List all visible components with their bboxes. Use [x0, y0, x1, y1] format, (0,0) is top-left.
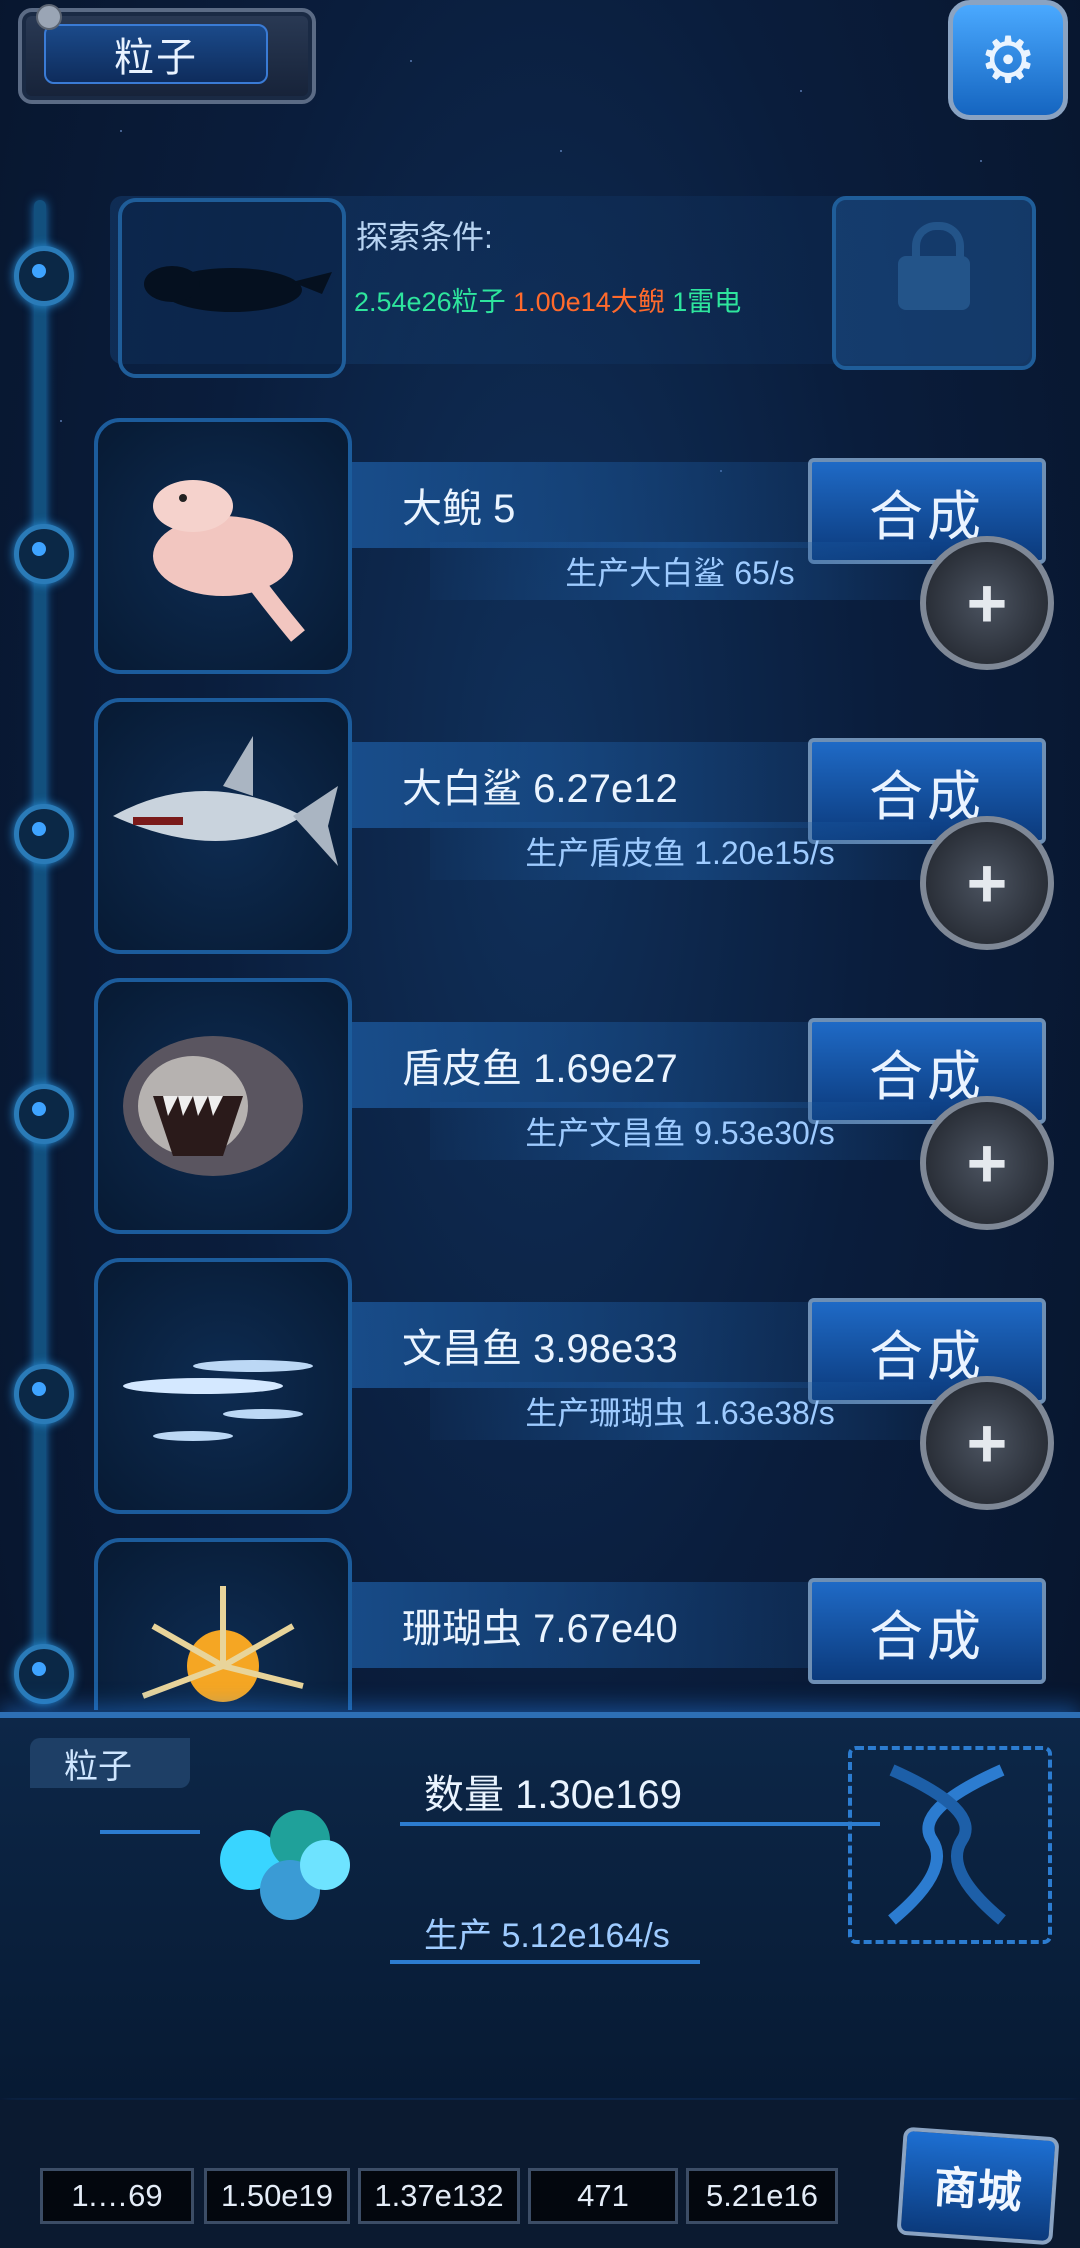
- dna-icon: [848, 1746, 1052, 1944]
- creature-name: 盾皮鱼 1.69e27: [352, 1022, 832, 1108]
- creature-name: 大鲵 5: [352, 462, 832, 548]
- panel-tag: 粒子: [30, 1738, 190, 1788]
- requirement-thunder: 1雷电: [672, 287, 742, 317]
- add-button[interactable]: +: [920, 816, 1054, 950]
- add-button[interactable]: +: [920, 1376, 1054, 1510]
- settings-button[interactable]: ⚙: [948, 0, 1068, 120]
- resource-value: 1.37e132: [358, 2168, 520, 2224]
- plus-icon: +: [966, 1404, 1008, 1482]
- pipe-node-lock: [14, 246, 74, 306]
- explore-requirements: 2.54e26粒子 1.00e14大鲵 1雷电: [354, 280, 741, 319]
- particle-cluster-icon: [200, 1800, 360, 1930]
- resource-value: 1.50e19: [204, 2168, 350, 2224]
- locked-button[interactable]: [832, 196, 1036, 370]
- creature-thumb[interactable]: [94, 418, 352, 674]
- add-button[interactable]: +: [920, 1096, 1054, 1230]
- screw-icon: [36, 4, 62, 30]
- connector-line: [100, 1830, 200, 1834]
- creature-production: 生产文昌鱼 9.53e30/s: [430, 1102, 930, 1160]
- lancelet-icon: [123, 1360, 313, 1441]
- resource-value: 471: [528, 2168, 678, 2224]
- creature-thumb[interactable]: [94, 1258, 352, 1514]
- coral-polyp-icon: [141, 1586, 304, 1702]
- salamander-silhouette-icon: [144, 266, 332, 312]
- shop-button[interactable]: 商城: [896, 2126, 1060, 2246]
- creature-thumb[interactable]: [94, 978, 352, 1234]
- requirement-particles: 2.54e26粒子: [354, 287, 506, 317]
- requirement-salamander: 1.00e14大鲵: [513, 287, 665, 317]
- creature-row: 大鲵 5 合成 生产大白鲨 65/s +: [0, 418, 1080, 700]
- creature-production: 生产盾皮鱼 1.20e15/s: [430, 822, 930, 880]
- creature-thumb[interactable]: [94, 698, 352, 954]
- title-box: 粒子: [18, 8, 316, 104]
- dunkleosteus-icon: [123, 1036, 303, 1176]
- creature-row: 大白鲨 6.27e12 合成 生产盾皮鱼 1.20e15/s +: [0, 698, 1080, 980]
- lock-icon: [898, 222, 970, 310]
- particle-count: 数量 1.30e169: [424, 1773, 682, 1817]
- salamander-icon: [153, 480, 305, 642]
- creature-row: 珊瑚虫 7.67e40 合成: [0, 1538, 1080, 1710]
- gear-icon: ⚙: [979, 23, 1037, 96]
- shark-icon: [113, 736, 338, 866]
- creature-name: 珊瑚虫 7.67e40: [352, 1582, 832, 1668]
- creature-row: 盾皮鱼 1.69e27 合成 生产文昌鱼 9.53e30/s +: [0, 978, 1080, 1260]
- synthesize-button[interactable]: 合成: [808, 1578, 1046, 1684]
- plus-icon: +: [966, 1124, 1008, 1202]
- resource-particles: 1.…69: [40, 2168, 194, 2224]
- creature-name: 文昌鱼 3.98e33: [352, 1302, 832, 1388]
- resource-value: 5.21e16: [686, 2168, 838, 2224]
- add-button[interactable]: +: [920, 536, 1054, 670]
- page-title: 粒子: [44, 24, 268, 84]
- creature-thumb[interactable]: [94, 1538, 352, 1710]
- particle-production: 生产 5.12e164/s: [424, 1917, 670, 1955]
- creature-production: 生产珊瑚虫 1.63e38/s: [430, 1382, 930, 1440]
- creature-row: 文昌鱼 3.98e33 合成 生产珊瑚虫 1.63e38/s +: [0, 1258, 1080, 1540]
- plus-icon: +: [966, 844, 1008, 922]
- creature-production: 生产大白鲨 65/s: [430, 542, 930, 600]
- creature-name: 大白鲨 6.27e12: [352, 742, 832, 828]
- connector-line: [400, 1822, 880, 1826]
- explore-condition-label: 探索条件:: [356, 219, 493, 255]
- connector-line: [390, 1960, 700, 1964]
- plus-icon: +: [966, 564, 1008, 642]
- locked-creature-silhouette: [118, 198, 346, 378]
